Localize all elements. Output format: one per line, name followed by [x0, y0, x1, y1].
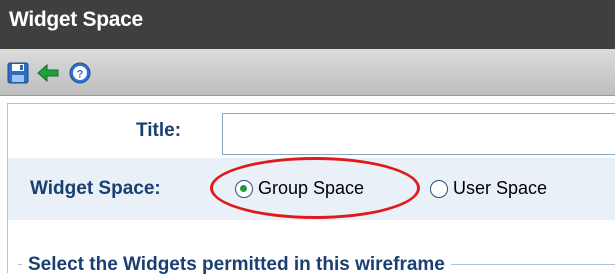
title-label: Title:	[136, 120, 182, 141]
back-arrow-icon[interactable]	[36, 61, 60, 85]
group-space-radio[interactable]: Group Space	[235, 178, 364, 199]
title-input[interactable]	[222, 113, 615, 155]
user-space-radio[interactable]: User Space	[430, 178, 547, 199]
user-space-label: User Space	[453, 178, 548, 198]
radio-selected-icon[interactable]	[235, 179, 253, 198]
save-icon[interactable]	[6, 61, 30, 85]
radio-unselected-icon[interactable]	[430, 179, 448, 198]
toolbar: ?	[0, 49, 615, 96]
group-space-label: Group Space	[258, 178, 365, 198]
widget-space-label: Widget Space:	[30, 178, 161, 199]
section-heading: Select the Widgets permitted in this wir…	[22, 254, 451, 276]
window-title: Widget Space	[9, 8, 143, 31]
svg-text:?: ?	[77, 69, 84, 81]
window-titlebar: Widget Space	[0, 0, 615, 49]
help-icon[interactable]: ?	[68, 61, 92, 85]
